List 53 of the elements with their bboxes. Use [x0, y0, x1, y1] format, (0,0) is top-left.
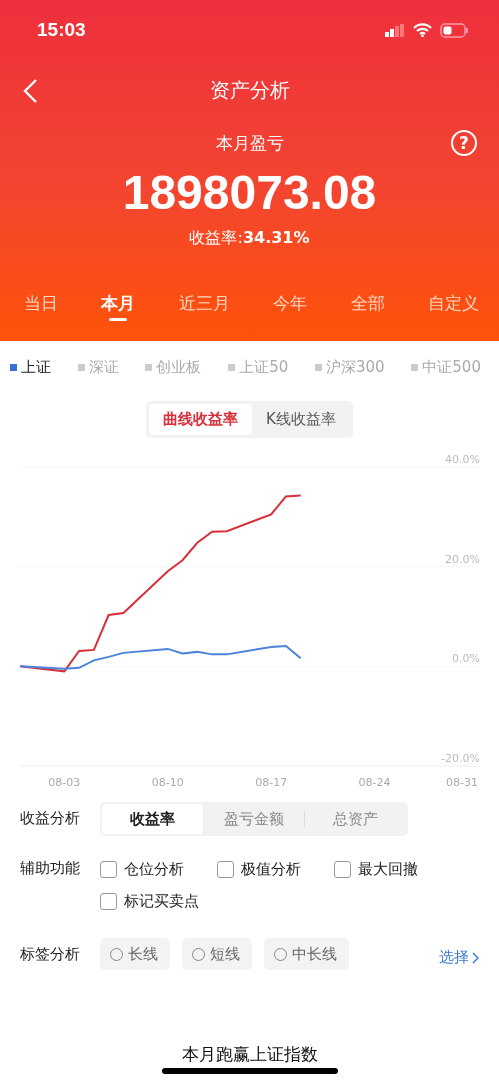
x-axis-label: 08-31: [446, 776, 478, 789]
analysis-option[interactable]: 收益率: [102, 804, 203, 834]
index-tab[interactable]: 深证: [77, 357, 119, 377]
row-label: 标签分析: [20, 944, 80, 964]
summary-label: 本月盈亏: [215, 132, 284, 155]
analysis-option[interactable]: 盈亏金额: [203, 804, 304, 834]
return-rate: 收益率:34.31%: [189, 228, 310, 249]
checkbox-label: 最大回撤: [358, 859, 418, 879]
checkbox-label: 仓位分析: [124, 859, 184, 879]
checkbox[interactable]: [100, 860, 117, 878]
index-tab[interactable]: 沪深300: [314, 357, 385, 377]
x-axis-label: 08-10: [151, 776, 184, 789]
period-tab[interactable]: 全部: [348, 275, 387, 321]
battery-icon: [440, 22, 469, 38]
row-label: 收益分析: [20, 808, 80, 828]
y-axis-label: 40.0%: [445, 453, 480, 466]
index-tab[interactable]: 上证: [10, 357, 51, 377]
checkbox[interactable]: [217, 860, 234, 878]
y-axis-label: 20.0%: [445, 552, 480, 566]
footer-text: 本月跑赢上证指数: [181, 1043, 318, 1066]
index-tab[interactable]: 上证50: [228, 357, 289, 377]
tag-option[interactable]: 长线: [100, 938, 170, 970]
index-tab[interactable]: 中证500: [411, 357, 481, 377]
checkbox[interactable]: [100, 892, 117, 910]
period-tab[interactable]: 本月: [99, 275, 138, 321]
y-axis-label: -20.0%: [441, 752, 480, 765]
status-time: 15:03: [37, 19, 86, 41]
wifi-icon: [413, 23, 432, 37]
index-tab[interactable]: 创业板: [145, 357, 202, 377]
chart-mode-option[interactable]: K线收益率: [252, 404, 350, 435]
period-tab[interactable]: 近三月: [176, 275, 232, 321]
period-tab[interactable]: 今年: [271, 275, 310, 321]
x-axis-label: 08-17: [255, 776, 288, 789]
y-axis-label: 0.0%: [452, 652, 480, 666]
x-axis-label: 08-24: [358, 776, 391, 789]
checkbox-label: 极值分析: [241, 859, 301, 879]
checkbox[interactable]: [334, 860, 351, 878]
period-tab[interactable]: 当日: [22, 275, 60, 321]
tag-option[interactable]: 短线: [182, 938, 252, 970]
x-axis-label: 08-03: [48, 776, 81, 789]
checkbox-label: 标记买卖点: [124, 891, 199, 911]
row-label: 辅助功能: [20, 858, 80, 878]
period-tab[interactable]: 自定义: [425, 275, 481, 321]
tag-option[interactable]: 中长线: [264, 938, 349, 970]
page-title: 资产分析: [209, 76, 290, 104]
profit-amount: 1898073.08: [122, 165, 377, 220]
help-button[interactable]: ?: [451, 130, 477, 156]
chart-mode-option[interactable]: 曲线收益率: [149, 404, 253, 435]
chevron-icon: [472, 951, 479, 964]
analysis-option[interactable]: 总资产: [305, 804, 406, 834]
select-link[interactable]: 选择: [439, 941, 479, 967]
back-icon[interactable]: [22, 78, 38, 104]
signal-icon: [385, 23, 405, 37]
